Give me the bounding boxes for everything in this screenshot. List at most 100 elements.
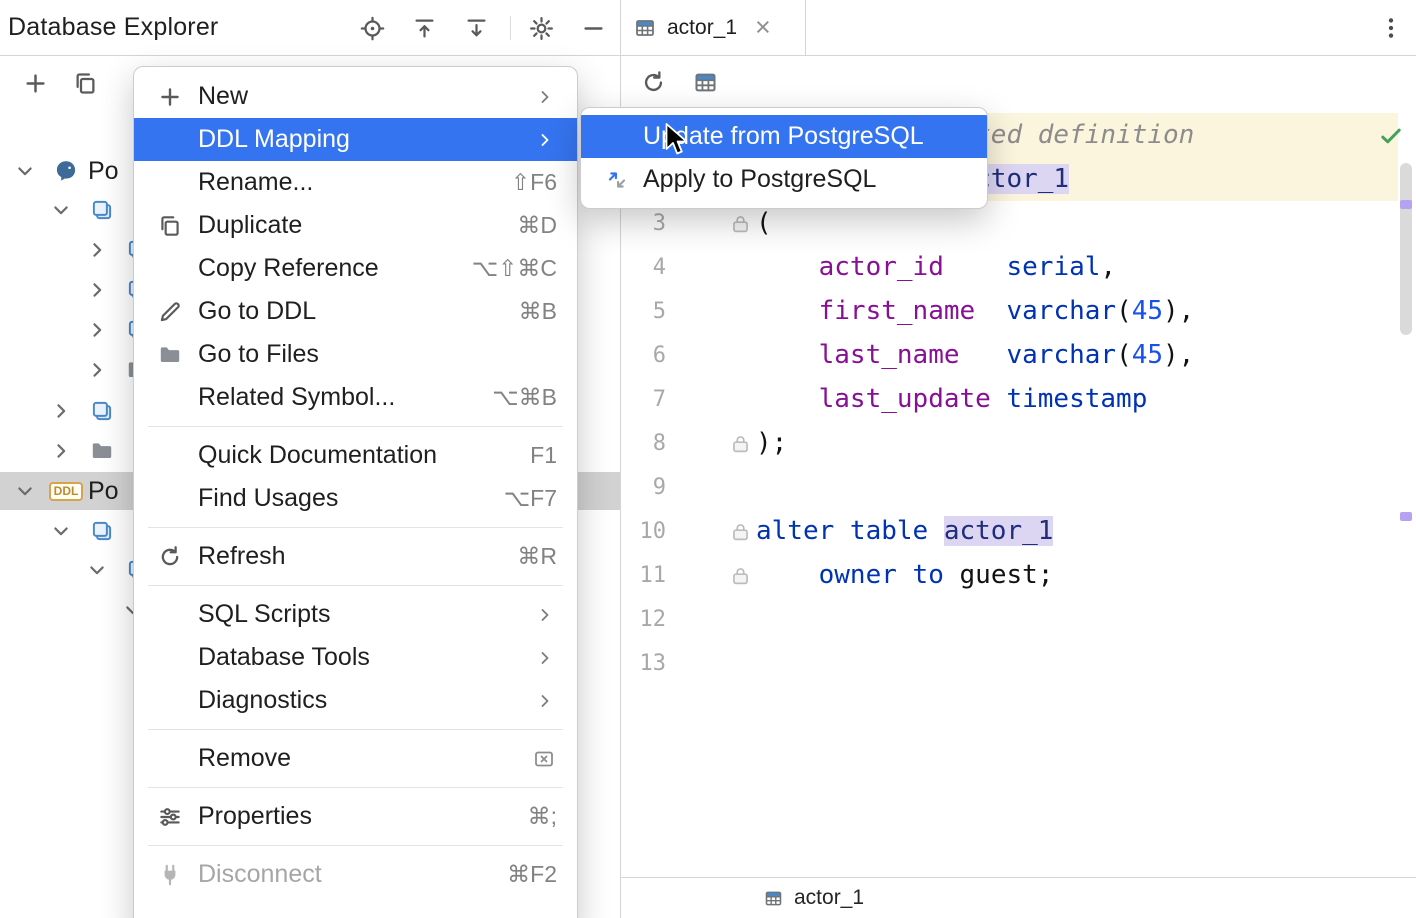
tree-row-label: Po <box>88 152 119 190</box>
menu-item-sql-scripts[interactable]: SQL Scripts <box>134 593 577 636</box>
tab-label: actor_1 <box>667 16 737 40</box>
line-number: 7 <box>621 377 666 421</box>
tree-row-label: Po <box>88 472 119 510</box>
close-icon[interactable]: × <box>753 14 773 41</box>
code-line-5[interactable]: 5 first_name varchar(45), <box>621 289 1416 333</box>
menu-item-icon-slot <box>154 744 186 774</box>
menu-item-copy-reference[interactable]: Copy Reference⌥⇧⌘C <box>134 247 577 290</box>
chevron-down-icon[interactable] <box>51 521 71 541</box>
menu-item-icon-slot <box>154 441 186 471</box>
properties-icon <box>154 802 186 832</box>
chevron-down-icon[interactable] <box>51 200 71 220</box>
menu-item-label: Go to DDL <box>198 297 316 326</box>
code-line-9[interactable]: 9 <box>621 465 1416 509</box>
settings-gear-icon[interactable] <box>524 11 558 45</box>
code-line-8[interactable]: 8); <box>621 421 1416 465</box>
chevron-down-icon[interactable] <box>15 481 35 501</box>
menu-item-properties[interactable]: Properties ⌘; <box>134 795 577 838</box>
menu-item-database-tools[interactable]: Database Tools <box>134 636 577 679</box>
code-line-4[interactable]: 4 actor_id serial, <box>621 245 1416 289</box>
menu-item-right <box>535 604 557 626</box>
chevron-down-icon[interactable] <box>87 560 107 580</box>
scrollbar-mark[interactable] <box>1400 512 1412 521</box>
menu-item-diagnostics[interactable]: Diagnostics <box>134 679 577 722</box>
menu-item-shortcut: ⌘F2 <box>507 861 557 888</box>
expand-all-icon[interactable] <box>459 11 493 45</box>
lock-icon <box>730 521 751 542</box>
menu-separator <box>148 729 563 730</box>
chevron-right-icon[interactable] <box>87 240 107 260</box>
menu-item-new[interactable]: New <box>134 75 577 118</box>
menu-item-right: F1 <box>530 442 557 469</box>
lock-icon <box>730 433 751 454</box>
menu-item-shortcut: ⌘; <box>528 803 557 830</box>
menu-item-refresh[interactable]: Refresh⌘R <box>134 535 577 578</box>
menu-item-find-usages[interactable]: Find Usages⌥F7 <box>134 477 577 520</box>
menu-item-ddl-mapping[interactable]: DDL Mapping <box>134 118 577 161</box>
menu-item-right <box>535 129 557 151</box>
menu-item-label: Rename... <box>198 168 313 197</box>
chevron-right-icon[interactable] <box>87 320 107 340</box>
menu-item-quick-documentation[interactable]: Quick DocumentationF1 <box>134 434 577 477</box>
menu-separator <box>148 426 563 427</box>
toolbar-separator <box>510 16 511 40</box>
menu-item-rename[interactable]: Rename... ⇧F6 <box>134 161 577 204</box>
editor-status-bar: actor_1 <box>621 877 1416 918</box>
menu-item-label: Properties <box>198 802 312 831</box>
menu-item-shortcut: ⌥⌘B <box>492 384 557 411</box>
code-line-10[interactable]: 10alter table actor_1 <box>621 509 1416 553</box>
chevron-right-icon[interactable] <box>87 360 107 380</box>
toolwindow-header: Database Explorer actor_1 × <box>0 0 1416 56</box>
menu-item-label: Go to Files <box>198 340 319 369</box>
code-text: alter table actor_1 <box>756 509 1053 553</box>
menu-item-icon-slot <box>154 383 186 413</box>
code-line-12[interactable]: 12 <box>621 597 1416 641</box>
locate-target-icon[interactable] <box>355 11 389 45</box>
refresh-icon <box>154 542 186 572</box>
menu-item-shortcut: ⇧F6 <box>511 169 557 196</box>
menu-item-disconnect[interactable]: Disconnect⌘F2 <box>134 853 577 896</box>
code-line-11[interactable]: 11 owner to guest; <box>621 553 1416 597</box>
add-plus-icon[interactable] <box>18 66 52 100</box>
menu-item-duplicate[interactable]: Duplicate⌘D <box>134 204 577 247</box>
code-text: actor_id serial, <box>756 245 1116 289</box>
inspections-ok-icon[interactable] <box>1377 122 1405 150</box>
chevron-right-icon[interactable] <box>87 280 107 300</box>
menu-item-go-to-ddl[interactable]: Go to DDL⌘B <box>134 290 577 333</box>
status-table-name: actor_1 <box>794 886 864 910</box>
scrollbar-thumb[interactable] <box>1400 163 1412 335</box>
chevron-right-icon[interactable] <box>51 441 71 461</box>
submenu-item-update-from-postgresql[interactable]: Update from PostgreSQL <box>581 115 987 158</box>
ddl-badge: DDL <box>52 477 80 505</box>
menu-item-shortcut: ⌥F7 <box>504 485 557 512</box>
menu-item-icon-slot <box>154 484 186 514</box>
chevron-down-icon[interactable] <box>15 161 35 181</box>
more-options-icon[interactable] <box>1374 11 1408 45</box>
menu-item-right: ⌥F7 <box>504 485 557 512</box>
menu-item-related-symbol[interactable]: Related Symbol... ⌥⌘B <box>134 376 577 419</box>
menu-item-right <box>535 647 557 669</box>
code-line-13[interactable]: 13 <box>621 641 1416 685</box>
delete-icon <box>531 746 557 772</box>
code-line-6[interactable]: 6 last_name varchar(45), <box>621 333 1416 377</box>
context-menu: New DDL Mapping Rename... ⇧F6 Duplicate⌘DCop… <box>133 66 578 918</box>
schema-icon <box>88 196 116 224</box>
menu-item-label: Duplicate <box>198 211 302 240</box>
editor-tab-actor-1[interactable]: actor_1 × <box>620 0 806 55</box>
line-number: 5 <box>621 289 666 333</box>
hide-panel-icon[interactable] <box>576 11 610 45</box>
menu-item-go-to-files[interactable]: Go to Files <box>134 333 577 376</box>
collapse-all-icon[interactable] <box>407 11 441 45</box>
submenu-item-apply-to-postgresql[interactable]: Apply to PostgreSQL <box>581 158 987 201</box>
menu-item-label: New <box>198 82 248 111</box>
line-number: 9 <box>621 465 666 509</box>
menu-item-label: SQL Scripts <box>198 600 330 629</box>
menu-item-remove[interactable]: Remove <box>134 737 577 780</box>
menu-separator <box>148 845 563 846</box>
menu-item-label: Remove <box>198 744 291 773</box>
chevron-right-icon[interactable] <box>51 401 71 421</box>
scrollbar-mark[interactable] <box>1400 200 1412 209</box>
code-line-7[interactable]: 7 last_update timestamp <box>621 377 1416 421</box>
menu-item-label: Related Symbol... <box>198 383 395 412</box>
duplicate-connection-icon[interactable] <box>68 66 102 100</box>
